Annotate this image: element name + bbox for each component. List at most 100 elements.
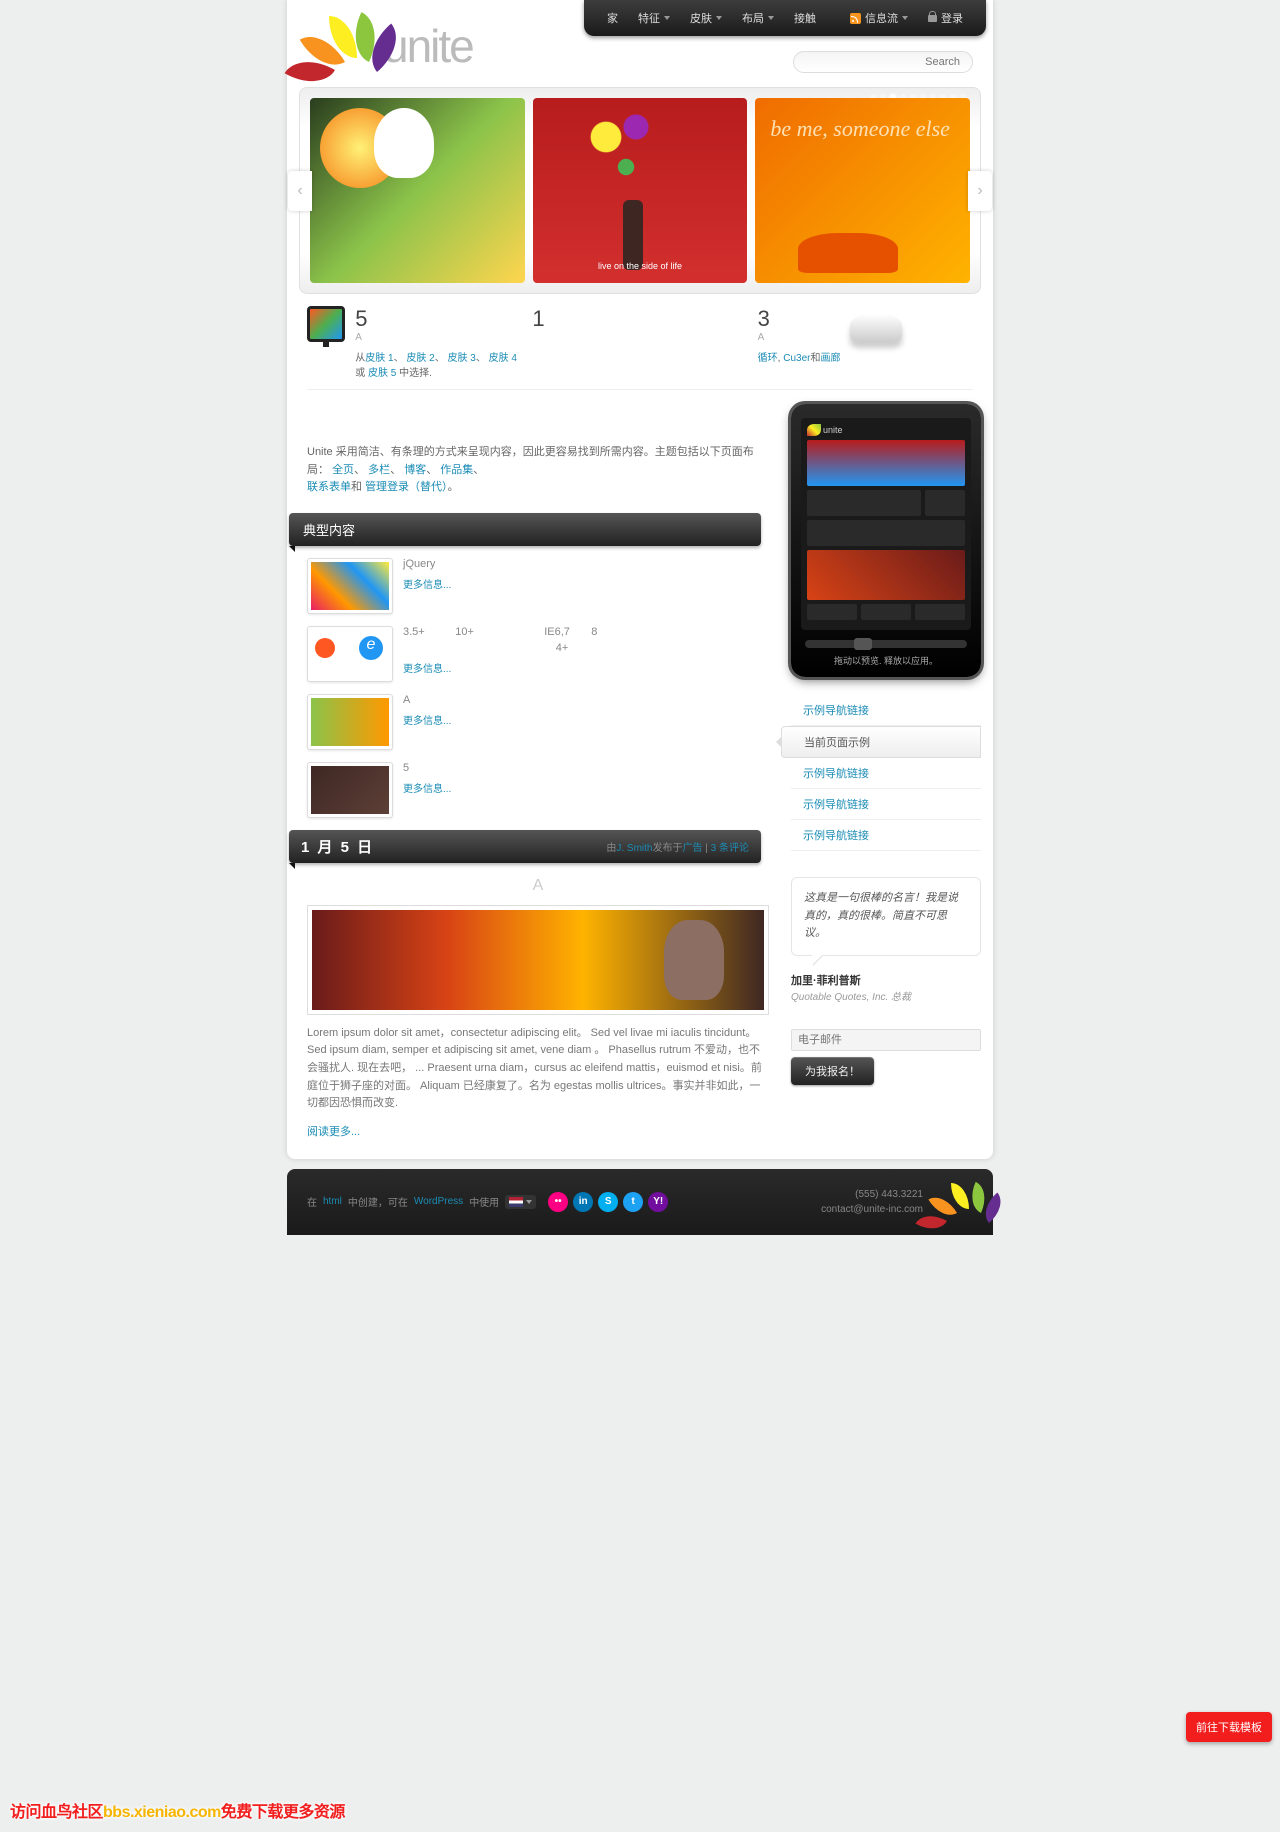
post-date: 1 月 5 日: [301, 836, 374, 857]
post-author-link[interactable]: J. Smith: [616, 843, 652, 854]
chevron-down-icon: [716, 16, 722, 20]
skin-link[interactable]: 皮肤 3: [447, 353, 475, 364]
phone-caption: 拖动以预览. 释放以应用。: [801, 654, 971, 667]
phone-preview: unite 拖动以预览. 释放以应用。: [791, 404, 981, 677]
read-more-link[interactable]: 阅读更多...: [307, 1123, 769, 1139]
search-input[interactable]: [793, 51, 973, 73]
list-item: jQuery更多信息...: [307, 558, 769, 614]
skin-link[interactable]: 皮肤 5: [368, 368, 396, 379]
nav-skins[interactable]: 皮肤: [681, 10, 731, 26]
signup-button[interactable]: 为我报名！: [791, 1057, 874, 1085]
yahoo-icon[interactable]: Y!: [648, 1192, 668, 1212]
feature-sub: A: [355, 332, 522, 343]
slide[interactable]: be me, someone else: [755, 98, 970, 283]
nav-feed[interactable]: 信息流: [841, 10, 917, 26]
logo-text: unite: [383, 19, 473, 73]
feature-link[interactable]: 画廊: [820, 353, 840, 364]
twitter-icon[interactable]: t: [623, 1192, 643, 1212]
footer-phone: (555) 443.3221: [821, 1187, 923, 1202]
intro-link[interactable]: 多栏: [368, 464, 390, 476]
feature-link[interactable]: 循环: [758, 353, 778, 364]
projector-icon: [850, 314, 902, 342]
footer-link[interactable]: html: [323, 1196, 342, 1207]
subnav-item-active[interactable]: 当前页面示例: [781, 726, 981, 758]
linkedin-icon[interactable]: in: [573, 1192, 593, 1212]
language-selector[interactable]: [505, 1195, 536, 1209]
footer-logo-icon: [929, 1185, 973, 1221]
logo[interactable]: unite: [307, 18, 473, 73]
skin-link[interactable]: 皮肤 2: [406, 353, 434, 364]
lock-icon: [928, 15, 937, 22]
more-link[interactable]: 更多信息...: [403, 660, 769, 675]
slide[interactable]: live on the side of life: [533, 98, 748, 283]
hero-slider: live on the side of life be me, someone …: [299, 87, 981, 294]
intro-text: Unite 采用简洁、有条理的方式来呈现内容，因此更容易找到所需内容。主题包括以…: [307, 444, 769, 497]
thumbnail[interactable]: [307, 558, 393, 614]
feature-link[interactable]: Cu3er: [783, 353, 810, 364]
subnav-item[interactable]: 示例导航链接: [791, 695, 981, 726]
feature-number: 5: [355, 306, 522, 332]
thumbnail[interactable]: [307, 694, 393, 750]
list-item: 3.5+ 10+ IE6,7 8 4+更多信息...: [307, 626, 769, 682]
skin-link[interactable]: 皮肤 4: [489, 353, 517, 364]
post-body: Lorem ipsum dolor sit amet，consectetur a…: [307, 1025, 769, 1113]
skin-link[interactable]: 皮肤 1: [365, 353, 393, 364]
phone-screen: unite: [801, 418, 971, 630]
chevron-down-icon: [902, 16, 908, 20]
feature-row: 5 A 从皮肤 1、 皮肤 2、 皮肤 3、 皮肤 4或 皮肤 5 中选择. 1…: [307, 306, 973, 390]
post-header: 1 月 5 日 由J. Smith发布于广告 | 3 条评论: [289, 830, 761, 863]
nav-contact[interactable]: 接触: [785, 10, 825, 26]
sub-nav: 示例导航链接 当前页面示例 示例导航链接 示例导航链接 示例导航链接: [791, 695, 981, 851]
watermark: 访问血鸟社区bbs.xieniao.com免费下载更多资源: [10, 1798, 345, 1822]
subnav-item[interactable]: 示例导航链接: [791, 820, 981, 851]
phone-slider[interactable]: [805, 640, 967, 648]
subnav-item[interactable]: 示例导航链接: [791, 758, 981, 789]
footer: 在 html 中创建，可在 WordPress 中使用 •• in S t Y!…: [287, 1169, 993, 1235]
feature-sub: A: [758, 332, 841, 343]
nav-features[interactable]: 特征: [629, 10, 679, 26]
more-link[interactable]: 更多信息...: [403, 712, 769, 727]
feature-desc: 循环, Cu3er和画廊: [758, 349, 841, 364]
post-meta: 由J. Smith发布于广告 | 3 条评论: [606, 839, 749, 854]
chevron-down-icon: [526, 1200, 532, 1204]
skype-icon[interactable]: S: [598, 1192, 618, 1212]
post-comments-link[interactable]: 3 条评论: [711, 843, 749, 854]
monitor-icon: [307, 306, 345, 342]
post-category-link[interactable]: 广告: [683, 843, 703, 854]
flickr-icon[interactable]: ••: [548, 1192, 568, 1212]
list-item: A更多信息...: [307, 694, 769, 750]
top-nav: 家 特征 皮肤 布局 接触 信息流 登录: [584, 0, 986, 36]
slide-caption: be me, someone else: [770, 118, 950, 140]
subnav-item[interactable]: 示例导航链接: [791, 789, 981, 820]
thumbnail[interactable]: [307, 626, 393, 682]
download-template-button[interactable]: 前往下载模板: [1186, 1712, 1272, 1742]
intro-link[interactable]: 联系表单: [307, 481, 351, 493]
footer-email: contact@unite-inc.com: [821, 1202, 923, 1217]
email-input[interactable]: [791, 1029, 981, 1051]
intro-link[interactable]: 博客: [404, 464, 426, 476]
more-link[interactable]: 更多信息...: [403, 780, 769, 795]
flag-icon: [509, 1197, 523, 1207]
testimonial-author: 加里·菲利普斯Quotable Quotes, Inc. 总裁: [791, 972, 981, 1003]
feature-desc: 从皮肤 1、 皮肤 2、 皮肤 3、 皮肤 4或 皮肤 5 中选择.: [355, 349, 522, 379]
slider-prev[interactable]: ‹: [288, 171, 312, 211]
slide[interactable]: [310, 98, 525, 283]
thumbnail[interactable]: [307, 762, 393, 818]
nav-login[interactable]: 登录: [919, 10, 972, 26]
more-link[interactable]: 更多信息...: [403, 576, 769, 591]
nav-home[interactable]: 家: [598, 10, 627, 26]
rss-icon: [850, 13, 861, 24]
testimonial: 这真是一句很棒的名言！我是说真的，真的很棒。简直不可思议。: [791, 877, 981, 956]
section-heading: 典型内容: [289, 513, 761, 546]
intro-link[interactable]: 作品集: [440, 464, 473, 476]
logo-icon: [307, 18, 377, 73]
nav-layout[interactable]: 布局: [733, 10, 783, 26]
feature-number: 1: [532, 306, 544, 332]
footer-link[interactable]: WordPress: [414, 1196, 463, 1207]
slider-next[interactable]: ›: [968, 171, 992, 211]
chevron-down-icon: [768, 16, 774, 20]
chevron-down-icon: [664, 16, 670, 20]
intro-link[interactable]: 全页: [332, 464, 354, 476]
intro-link[interactable]: 管理登录（替代）: [365, 481, 448, 493]
post-image[interactable]: [307, 905, 769, 1015]
